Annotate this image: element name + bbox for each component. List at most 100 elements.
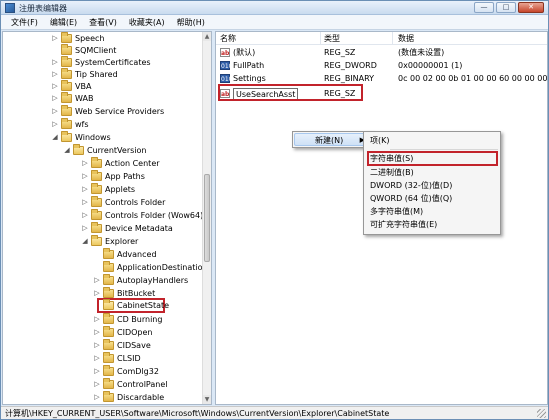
tree-item-label: App Paths xyxy=(105,172,145,181)
folder-icon xyxy=(91,196,102,207)
tree-item-comdlg32[interactable]: ▷ ComDlg32 xyxy=(3,365,203,378)
tree-item-label: CLSID xyxy=(117,354,141,363)
folder-icon xyxy=(61,68,72,79)
expand-arrow-icon[interactable]: ▷ xyxy=(93,328,101,337)
tree-item-advanced[interactable]: Advanced xyxy=(3,248,203,261)
tree-item-cidsave[interactable]: ▷ CIDSave xyxy=(3,339,203,352)
tree-item-label: Device Metadata xyxy=(105,224,173,233)
tree-item-applets[interactable]: ▷ Applets xyxy=(3,183,203,196)
expand-arrow-icon[interactable]: ▷ xyxy=(81,185,89,194)
menu-item-new[interactable]: 新建(N) ▶ xyxy=(294,133,372,146)
value-row-default[interactable]: ab (默认) REG_SZ (数值未设置) xyxy=(216,46,547,59)
folder-icon xyxy=(61,44,72,55)
tree-item-action-center[interactable]: ▷ Action Center xyxy=(3,157,203,170)
scroll-down-icon[interactable]: ▼ xyxy=(203,395,211,404)
tree-item-label: CIDSave xyxy=(117,341,151,350)
menu-item-expandable-string-value[interactable]: 可扩充字符串值(E) xyxy=(364,218,500,231)
menu-edit[interactable]: 编辑(E) xyxy=(44,15,83,29)
resize-grip-icon[interactable] xyxy=(537,409,546,418)
expand-arrow-icon[interactable]: ▷ xyxy=(51,70,59,79)
folder-icon xyxy=(61,56,72,67)
expand-arrow-icon[interactable]: ▷ xyxy=(81,159,89,168)
tree-item-app-paths[interactable]: ▷ App Paths xyxy=(3,170,203,183)
expand-arrow-icon[interactable]: ▷ xyxy=(93,393,101,402)
column-header-name[interactable]: 名称 xyxy=(220,33,236,44)
expand-arrow-icon[interactable]: ▷ xyxy=(51,34,59,43)
tree-item-cabinetstate[interactable]: CabinetState xyxy=(3,298,203,313)
minimize-button[interactable]: — xyxy=(474,2,494,13)
scroll-thumb[interactable] xyxy=(204,174,210,262)
menu-bar: 文件(F) 编辑(E) 查看(V) 收藏夹(A) 帮助(H) xyxy=(1,15,548,30)
expand-arrow-icon[interactable]: ▷ xyxy=(81,211,89,220)
menu-item-multi-string-value[interactable]: 多字符串值(M) xyxy=(364,205,500,218)
close-button[interactable]: ✕ xyxy=(518,2,544,13)
folder-icon xyxy=(103,274,114,285)
tree-item-label: CIDOpen xyxy=(117,328,153,337)
column-headers: 名称 类型 数据 xyxy=(216,32,547,45)
folder-icon xyxy=(61,80,72,91)
tree-item-currentversion[interactable]: ◢ CurrentVersion xyxy=(3,144,203,157)
tree-item-web-service-providers[interactable]: ▷ Web Service Providers xyxy=(3,105,203,118)
tree-item-controls-folder[interactable]: ▷ Controls Folder xyxy=(3,196,203,209)
tree-item-label: Controls Folder (Wow64) xyxy=(105,211,204,220)
expand-arrow-icon[interactable]: ▷ xyxy=(93,341,101,350)
regedit-app-icon xyxy=(5,3,15,13)
expand-arrow-icon[interactable]: ▷ xyxy=(93,276,101,285)
menu-file[interactable]: 文件(F) xyxy=(5,15,44,29)
tree-item-cd-burning[interactable]: ▷ CD Burning xyxy=(3,313,203,326)
expand-arrow-icon[interactable]: ▷ xyxy=(51,107,59,116)
expand-arrow-icon[interactable]: ▷ xyxy=(51,82,59,91)
menu-view[interactable]: 查看(V) xyxy=(83,15,123,29)
menu-item-label: 可扩充字符串值(E) xyxy=(370,220,438,229)
value-row-fullpath[interactable]: 010 FullPath REG_DWORD 0x00000001 (1) xyxy=(216,59,547,72)
column-header-data[interactable]: 数据 xyxy=(398,33,414,44)
value-type: REG_DWORD xyxy=(324,61,377,70)
tree-item-discardable[interactable]: ▷ Discardable xyxy=(3,391,203,404)
string-value-highlight xyxy=(367,151,498,166)
expand-arrow-icon[interactable]: ▷ xyxy=(51,94,59,103)
collapse-arrow-icon[interactable]: ◢ xyxy=(63,146,71,155)
column-header-type[interactable]: 类型 xyxy=(324,33,340,44)
expand-arrow-icon[interactable]: ▷ xyxy=(93,354,101,363)
binary-value-icon: 010 xyxy=(220,61,233,70)
menu-item-qword-value[interactable]: QWORD (64 位)值(Q) xyxy=(364,192,500,205)
tree-item-controlpanel[interactable]: ▷ ControlPanel xyxy=(3,378,203,391)
key-tree-pane[interactable]: ▷ Speech SQMClient ▷ SystemCertificates … xyxy=(2,31,212,405)
menu-item-key[interactable]: 项(K) xyxy=(364,134,500,147)
scroll-up-icon[interactable]: ▲ xyxy=(203,32,211,41)
expand-arrow-icon[interactable]: ▷ xyxy=(93,380,101,389)
expand-arrow-icon[interactable]: ▷ xyxy=(93,367,101,376)
expand-arrow-icon[interactable]: ▷ xyxy=(51,120,59,129)
value-name: Settings xyxy=(233,74,266,83)
menu-help[interactable]: 帮助(H) xyxy=(171,15,211,29)
expand-arrow-icon[interactable]: ▷ xyxy=(81,198,89,207)
tree-scrollbar[interactable]: ▲ ▼ xyxy=(202,32,211,404)
menu-favorites[interactable]: 收藏夹(A) xyxy=(123,15,171,29)
expand-arrow-icon[interactable]: ▷ xyxy=(81,172,89,181)
tree-item-controls-folder-wow64[interactable]: ▷ Controls Folder (Wow64) xyxy=(3,209,203,222)
tree-item-wfs[interactable]: ▷ wfs xyxy=(3,118,203,131)
tree-item-clsid[interactable]: ▷ CLSID xyxy=(3,352,203,365)
expand-arrow-icon[interactable]: ▷ xyxy=(51,58,59,67)
expand-arrow-icon[interactable]: ▷ xyxy=(93,315,101,324)
tree-item-applicationdestinations[interactable]: ApplicationDestinations xyxy=(3,261,211,274)
maximize-button[interactable]: □ xyxy=(496,2,516,13)
tree-item-device-metadata[interactable]: ▷ Device Metadata xyxy=(3,222,203,235)
tree-item-label: ComDlg32 xyxy=(117,367,159,376)
tree-item-wab[interactable]: ▷ WAB xyxy=(3,92,203,105)
collapse-arrow-icon[interactable]: ◢ xyxy=(51,133,59,142)
tree-item-explorer[interactable]: ◢ Explorer xyxy=(3,235,203,248)
tree-item-autoplayhandlers[interactable]: ▷ AutoplayHandlers xyxy=(3,274,203,287)
collapse-arrow-icon[interactable]: ◢ xyxy=(81,237,89,246)
tree-item-cidopen[interactable]: ▷ CIDOpen xyxy=(3,326,203,339)
string-value-icon: ab xyxy=(220,48,230,57)
tree-item-windows[interactable]: ◢ Windows xyxy=(3,131,203,144)
menu-item-binary-value[interactable]: 二进制值(B) xyxy=(364,166,500,179)
folder-icon xyxy=(103,378,114,389)
expand-arrow-icon[interactable]: ▷ xyxy=(81,224,89,233)
menu-item-dword-value[interactable]: DWORD (32-位)值(D) xyxy=(364,179,500,192)
column-divider[interactable] xyxy=(320,32,321,45)
folder-icon xyxy=(103,248,114,259)
column-divider[interactable] xyxy=(392,32,393,45)
expand-arrow-icon[interactable]: ▷ xyxy=(93,289,101,298)
